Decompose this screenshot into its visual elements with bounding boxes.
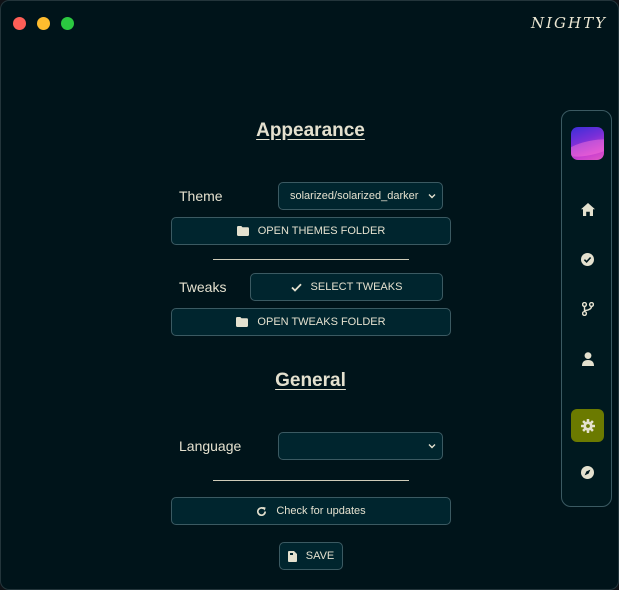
sidebar-nav	[561, 110, 612, 507]
check-circle-icon	[581, 253, 594, 266]
appearance-section-title: Appearance	[256, 120, 365, 141]
maximize-window-button[interactable]	[61, 17, 74, 30]
sidebar-item-explore[interactable]	[571, 456, 604, 489]
branch-icon	[581, 301, 594, 316]
save-button[interactable]: SAVE	[279, 542, 343, 570]
minimize-window-button[interactable]	[37, 17, 50, 30]
checkmark-icon	[290, 283, 302, 292]
save-file-icon	[287, 550, 297, 562]
app-brand-logo: NIGHTY	[530, 14, 607, 32]
folder-icon	[236, 317, 249, 327]
check-updates-label: Check for updates	[276, 505, 366, 517]
close-window-button[interactable]	[13, 17, 26, 30]
open-tweaks-folder-button[interactable]: OPEN TWEAKS FOLDER	[171, 308, 451, 336]
app-window: NIGHTY Appearance Theme solarized/solari…	[0, 0, 619, 590]
sidebar-item-tasks[interactable]	[571, 243, 604, 276]
sidebar-item-settings[interactable]	[571, 409, 604, 442]
sidebar-item-profile[interactable]	[571, 342, 604, 375]
theme-select[interactable]: solarized/solarized_darker	[278, 182, 443, 210]
open-tweaks-folder-label: OPEN TWEAKS FOLDER	[257, 316, 386, 328]
user-icon	[581, 351, 594, 366]
section-divider	[213, 480, 409, 481]
avatar[interactable]	[571, 127, 604, 160]
select-tweaks-label: SELECT TWEAKS	[310, 281, 403, 293]
chevron-down-icon	[428, 444, 436, 449]
home-icon	[580, 203, 595, 216]
refresh-icon	[257, 506, 267, 516]
open-themes-folder-button[interactable]: OPEN THEMES FOLDER	[171, 217, 451, 245]
tweaks-label: Tweaks	[179, 279, 227, 295]
sidebar-item-home[interactable]	[571, 193, 604, 226]
compass-icon	[581, 466, 594, 479]
select-tweaks-button[interactable]: SELECT TWEAKS	[250, 273, 443, 301]
general-section-title: General	[275, 370, 346, 391]
language-label: Language	[179, 438, 242, 454]
check-updates-button[interactable]: Check for updates	[171, 497, 451, 525]
section-divider	[213, 259, 409, 260]
chevron-down-icon	[428, 194, 436, 199]
sidebar-item-branches[interactable]	[571, 292, 604, 325]
theme-label: Theme	[179, 188, 223, 204]
theme-select-value: solarized/solarized_darker	[290, 190, 419, 202]
language-select[interactable]	[278, 432, 443, 460]
folder-icon	[236, 226, 249, 236]
gear-icon	[580, 418, 595, 433]
save-label: SAVE	[305, 550, 335, 562]
open-themes-folder-label: OPEN THEMES FOLDER	[257, 225, 386, 237]
